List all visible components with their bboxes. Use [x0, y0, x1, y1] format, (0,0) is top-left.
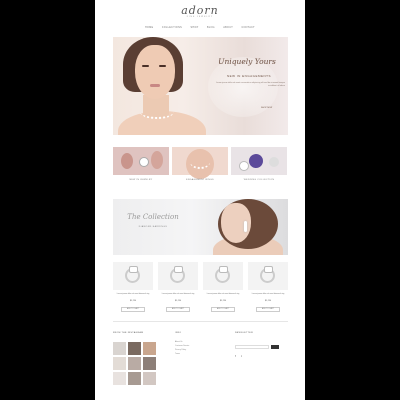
gallery-thumb[interactable] — [128, 342, 141, 355]
promo-caption[interactable]: WEDDING COLLECTION — [231, 179, 287, 181]
divider — [113, 321, 288, 322]
nav-item-blog[interactable]: BLOG — [207, 26, 215, 29]
add-to-cart-button[interactable]: ADD TO CART — [166, 307, 190, 312]
diamond-icon — [129, 266, 138, 273]
product-image[interactable] — [203, 262, 243, 290]
promo-image[interactable] — [172, 147, 228, 179]
product-name[interactable]: Lorem ipsum dolor sit amet diamond ring — [248, 293, 288, 296]
gallery-thumb[interactable] — [128, 372, 141, 385]
newsletter-submit-button[interactable] — [271, 345, 279, 349]
pearl-necklace — [140, 105, 174, 119]
promo-caption[interactable]: ENGAGEMENT RINGS — [172, 179, 228, 181]
product-price: $1,250 — [264, 300, 272, 302]
product-name[interactable]: Lorem ipsum dolor sit amet diamond ring — [203, 293, 243, 296]
hero-model-lips — [150, 84, 160, 87]
gallery-thumb[interactable] — [128, 357, 141, 370]
product-price: $1,250 — [129, 300, 137, 302]
diamond-icon — [174, 266, 183, 273]
product-image[interactable] — [113, 262, 153, 290]
footer-link[interactable]: Terms — [175, 353, 180, 355]
product-price: $1,250 — [219, 300, 227, 302]
footer: FROM THE INSTAGRAM INFO About Us Custome… — [113, 332, 288, 392]
add-to-cart-button[interactable]: ADD TO CART — [121, 307, 145, 312]
ring-shape — [139, 157, 149, 167]
product-card[interactable]: Lorem ipsum dolor sit amet diamond ring … — [158, 262, 198, 317]
gallery-thumb[interactable] — [113, 357, 126, 370]
nav-item-home[interactable]: HOME — [145, 26, 153, 29]
gemstone-shape — [249, 154, 263, 168]
hero-model-eye — [159, 65, 166, 67]
product-card[interactable]: Lorem ipsum dolor sit amet diamond ring … — [113, 262, 153, 317]
diamond-icon — [219, 266, 228, 273]
footer-link[interactable]: Privacy Policy — [175, 349, 186, 351]
add-to-cart-button[interactable]: ADD TO CART — [211, 307, 235, 312]
product-image[interactable] — [158, 262, 198, 290]
hero-title: Uniquely Yours — [218, 57, 276, 66]
gallery-thumb[interactable] — [113, 342, 126, 355]
gemstone-shape — [269, 157, 279, 167]
footer-links-title: INFO — [175, 332, 182, 334]
product-grid: Lorem ipsum dolor sit amet diamond ring … — [113, 262, 288, 317]
hero-subtitle: NEW IN ENGAGEMENTS — [226, 74, 271, 78]
site-tagline: FINE JEWELRY — [186, 16, 214, 18]
gallery-thumb[interactable] — [143, 357, 156, 370]
gemstone-shape — [239, 161, 249, 171]
hero-shop-link[interactable]: SHOP NOW — [261, 107, 272, 109]
promo-row: NEW IN JEWELRY ENGAGEMENT RINGS WEDDING … — [113, 147, 288, 183]
product-image[interactable] — [248, 262, 288, 290]
nav-item-about[interactable]: ABOUT — [223, 26, 233, 29]
banner-subtitle: DIAMOND EARRINGS — [138, 226, 168, 228]
collection-banner[interactable]: The Collection DIAMOND EARRINGS — [113, 199, 288, 255]
hand-shape — [121, 153, 133, 169]
nav-item-collections[interactable]: COLLECTIONS — [162, 26, 182, 29]
product-card[interactable]: Lorem ipsum dolor sit amet diamond ring … — [248, 262, 288, 317]
hero-model-eye — [142, 65, 149, 67]
nav-item-contact[interactable]: CONTACT — [241, 26, 254, 29]
gallery-thumb[interactable] — [113, 372, 126, 385]
instagram-gallery — [113, 342, 156, 386]
facebook-icon[interactable]: f — [235, 354, 236, 358]
footer-link[interactable]: Customer Service — [175, 345, 189, 347]
product-card[interactable]: Lorem ipsum dolor sit amet diamond ring … — [203, 262, 243, 317]
footer-link[interactable]: About Us — [175, 341, 182, 343]
promo-tile[interactable]: WEDDING COLLECTION — [231, 147, 287, 183]
product-name[interactable]: Lorem ipsum dolor sit amet diamond ring — [158, 293, 198, 296]
hero-banner[interactable]: Uniquely Yours NEW IN ENGAGEMENTS Lorem … — [113, 37, 288, 135]
hero-text: Lorem ipsum dolor sit amet consectetur a… — [215, 82, 285, 87]
main-nav: HOME COLLECTIONS SHOP BLOG ABOUT CONTACT — [145, 26, 255, 29]
promo-tile[interactable]: ENGAGEMENT RINGS — [172, 147, 228, 183]
promo-caption[interactable]: NEW IN JEWELRY — [113, 179, 169, 181]
footer-gallery-title: FROM THE INSTAGRAM — [113, 332, 144, 334]
add-to-cart-button[interactable]: ADD TO CART — [256, 307, 280, 312]
product-price: $1,250 — [174, 300, 182, 302]
gallery-thumb[interactable] — [143, 342, 156, 355]
earring-icon — [244, 221, 247, 232]
diamond-icon — [264, 266, 273, 273]
hero-model-face — [135, 45, 175, 99]
promo-image[interactable] — [113, 147, 169, 175]
newsletter-email-input[interactable] — [235, 345, 269, 349]
necklace-shape — [190, 155, 210, 169]
twitter-icon[interactable]: t — [241, 354, 242, 358]
promo-image[interactable] — [231, 147, 287, 175]
banner-title: The Collection — [127, 213, 179, 221]
hand-shape — [151, 151, 163, 169]
nav-item-shop[interactable]: SHOP — [190, 26, 198, 29]
page: adorn FINE JEWELRY HOME COLLECTIONS SHOP… — [95, 0, 305, 400]
gallery-thumb[interactable] — [143, 372, 156, 385]
product-name[interactable]: Lorem ipsum dolor sit amet diamond ring — [113, 293, 153, 296]
promo-tile[interactable]: NEW IN JEWELRY — [113, 147, 169, 183]
footer-newsletter-title: NEWSLETTER — [235, 332, 253, 334]
